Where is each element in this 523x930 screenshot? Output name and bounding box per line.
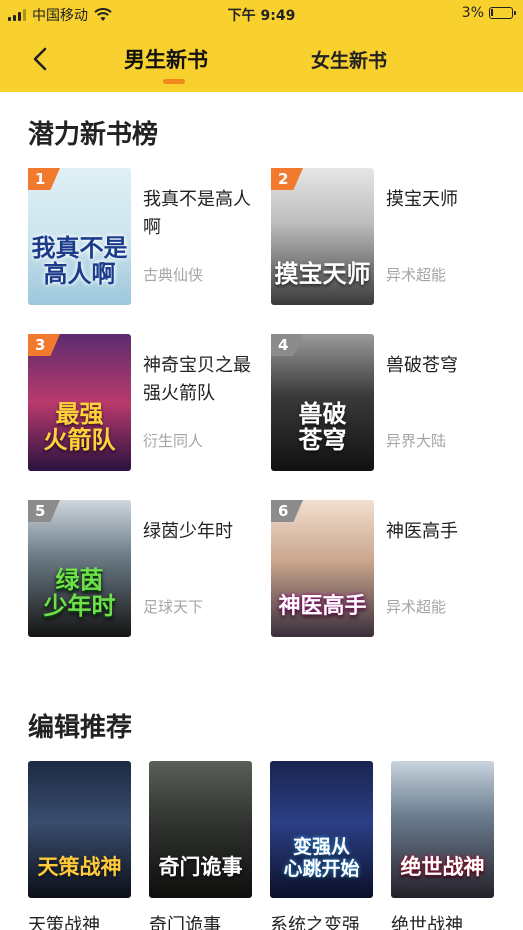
book-item[interactable]: 我真不是 高人啊 1 我真不是高人啊 古典仙侠 [28,168,268,308]
book-item[interactable]: 摸宝天师 2 摸宝天师 异术超能 [271,168,511,308]
cover-title: 我真不是 高人啊 [31,233,128,288]
battery-icon [489,7,516,19]
tab-female-new-books[interactable]: 女生新书 [311,46,387,73]
clock: 下午 9:49 [227,8,296,24]
editor-picks-title: 编辑推荐 [28,713,133,743]
tab-male-new-books[interactable]: 男生新书 [124,44,208,74]
book-cover: 绝世战神 [391,761,494,898]
book-title: 神医高手 [386,521,458,542]
active-tab-indicator [163,79,185,84]
cover-title: 绝世战神 [400,854,485,879]
book-genre: 衍生同人 [143,432,204,450]
cover-title: 奇门诡事 [158,854,243,879]
recommended-book[interactable]: 绝世战神 绝世战神 [391,761,494,930]
book-cover: 天策战神 [28,761,131,898]
book-title: 我真不是高人啊 [143,189,251,238]
book-genre: 异术超能 [386,598,447,616]
book-item[interactable]: 兽破 苍穹 4 兽破苍穹 异界大陆 [271,334,511,474]
potential-ranking-title: 潜力新书榜 [28,120,159,150]
book-title: 系统之变强 [270,915,360,930]
cover-title: 变强从 心跳开始 [283,836,360,880]
book-title: 摸宝天师 [386,189,458,210]
book-title: 兽破苍穹 [386,355,458,376]
book-genre: 足球天下 [143,598,204,616]
book-genre: 古典仙侠 [143,266,204,284]
recommended-book[interactable]: 奇门诡事 奇门诡事 [149,761,252,930]
recommended-book[interactable]: 天策战神 天策战神 [28,761,131,930]
cover-title: 绿茵 少年时 [43,565,116,620]
book-item[interactable]: 神医高手 6 神医高手 异术超能 [271,500,511,640]
nav-bar: 男生新书 女生新书 [0,30,523,90]
header-bar: 中国移动 下午 9:49 3% 男生新书 女生新书 [0,0,523,92]
book-title: 绝世战神 [391,915,463,930]
book-item[interactable]: 最强 火箭队 3 神奇宝贝之最强火箭队 衍生同人 [28,334,268,474]
book-cover: 奇门诡事 [149,761,252,898]
book-cover: 变强从 心跳开始 [270,761,373,898]
book-title: 神奇宝贝之最强火箭队 [143,355,251,404]
cover-title: 神医高手 [278,593,367,619]
cover-title: 天策战神 [37,854,122,879]
cover-title: 摸宝天师 [274,259,371,288]
back-arrow-icon[interactable] [28,46,54,72]
status-bar: 中国移动 下午 9:49 3% [0,0,523,28]
cover-title: 最强 火箭队 [43,399,116,454]
book-title: 天策战神 [28,915,100,930]
book-genre: 异界大陆 [386,432,447,450]
book-item[interactable]: 绿茵 少年时 5 绿茵少年时 足球天下 [28,500,268,640]
book-genre: 异术超能 [386,266,447,284]
battery-percent: 3% [461,5,484,21]
book-title: 奇门诡事 [149,915,221,930]
recommended-book[interactable]: 变强从 心跳开始 系统之变强 [270,761,373,930]
book-title: 绿茵少年时 [143,521,233,542]
cover-title: 兽破 苍穹 [298,399,347,454]
